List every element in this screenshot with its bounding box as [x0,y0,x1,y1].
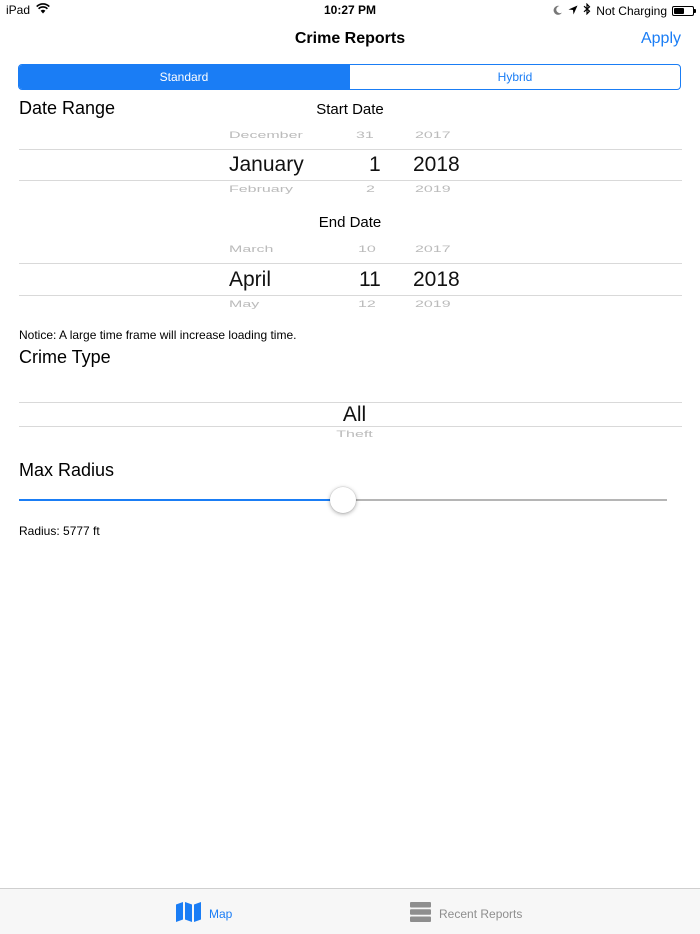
start-month-selected[interactable]: January [229,153,304,177]
max-radius-title: Max Radius [19,460,115,480]
end-year-next: 2019 [415,300,451,310]
start-year-prev: 2017 [415,131,451,141]
location-arrow-icon [568,4,578,18]
end-day-prev: 10 [358,245,376,255]
page-title: Crime Reports [294,30,406,47]
slider-track-min [19,499,343,501]
battery-icon [672,5,696,16]
end-year-prev: 2017 [415,245,451,255]
start-day-next: 2 [366,185,375,195]
end-date-picker[interactable]: March 10 2017 April 11 2018 May 12 2019 [19,243,682,311]
start-date-picker[interactable]: December 31 2017 January 1 2018 February… [19,128,682,196]
start-month-next: February [229,185,294,195]
segment-standard[interactable]: Standard [19,65,349,89]
status-bar: iPad 10:27 PM Not Charging [0,0,700,20]
charging-status: Not Charging [596,3,667,18]
end-year-selected[interactable]: 2018 [413,268,460,292]
start-day-prev: 31 [356,131,374,141]
start-day-selected[interactable]: 1 [369,153,381,177]
radius-value-label: Radius: 5777 ft [19,524,100,538]
slider-thumb[interactable] [330,487,356,513]
tab-map-label: Map [209,906,233,921]
tab-bar: Map Recent Reports [0,888,700,934]
map-type-segmented-control: Standard Hybrid [18,64,681,90]
end-month-next: May [229,300,260,310]
bluetooth-icon [583,2,591,18]
start-year-next: 2019 [415,185,451,195]
end-date-label: End Date [318,214,382,231]
end-month-selected[interactable]: April [229,268,271,292]
apply-button[interactable]: Apply [641,30,681,48]
slider-track-max [343,499,667,501]
crime-type-selected[interactable]: All [19,403,690,427]
tab-recent-reports[interactable]: Recent Reports [410,902,522,925]
start-date-label: Start Date [316,101,384,118]
end-day-selected[interactable]: 11 [359,268,381,292]
crime-type-next: Theft [336,430,373,440]
tab-recent-reports-label: Recent Reports [439,906,523,921]
end-month-prev: March [229,245,274,255]
radius-slider[interactable] [19,486,667,514]
moon-icon [553,4,563,18]
map-icon [176,902,201,925]
date-range-notice: Notice: A large time frame will increase… [19,328,297,342]
end-day-next: 12 [358,300,376,310]
start-month-prev: December [229,131,303,141]
crime-type-picker[interactable]: All Theft [19,390,682,446]
crime-type-title: Crime Type [19,347,111,367]
list-icon [410,902,431,925]
segment-hybrid[interactable]: Hybrid [349,65,680,89]
tab-map[interactable]: Map [176,902,232,925]
start-year-selected[interactable]: 2018 [413,153,460,177]
